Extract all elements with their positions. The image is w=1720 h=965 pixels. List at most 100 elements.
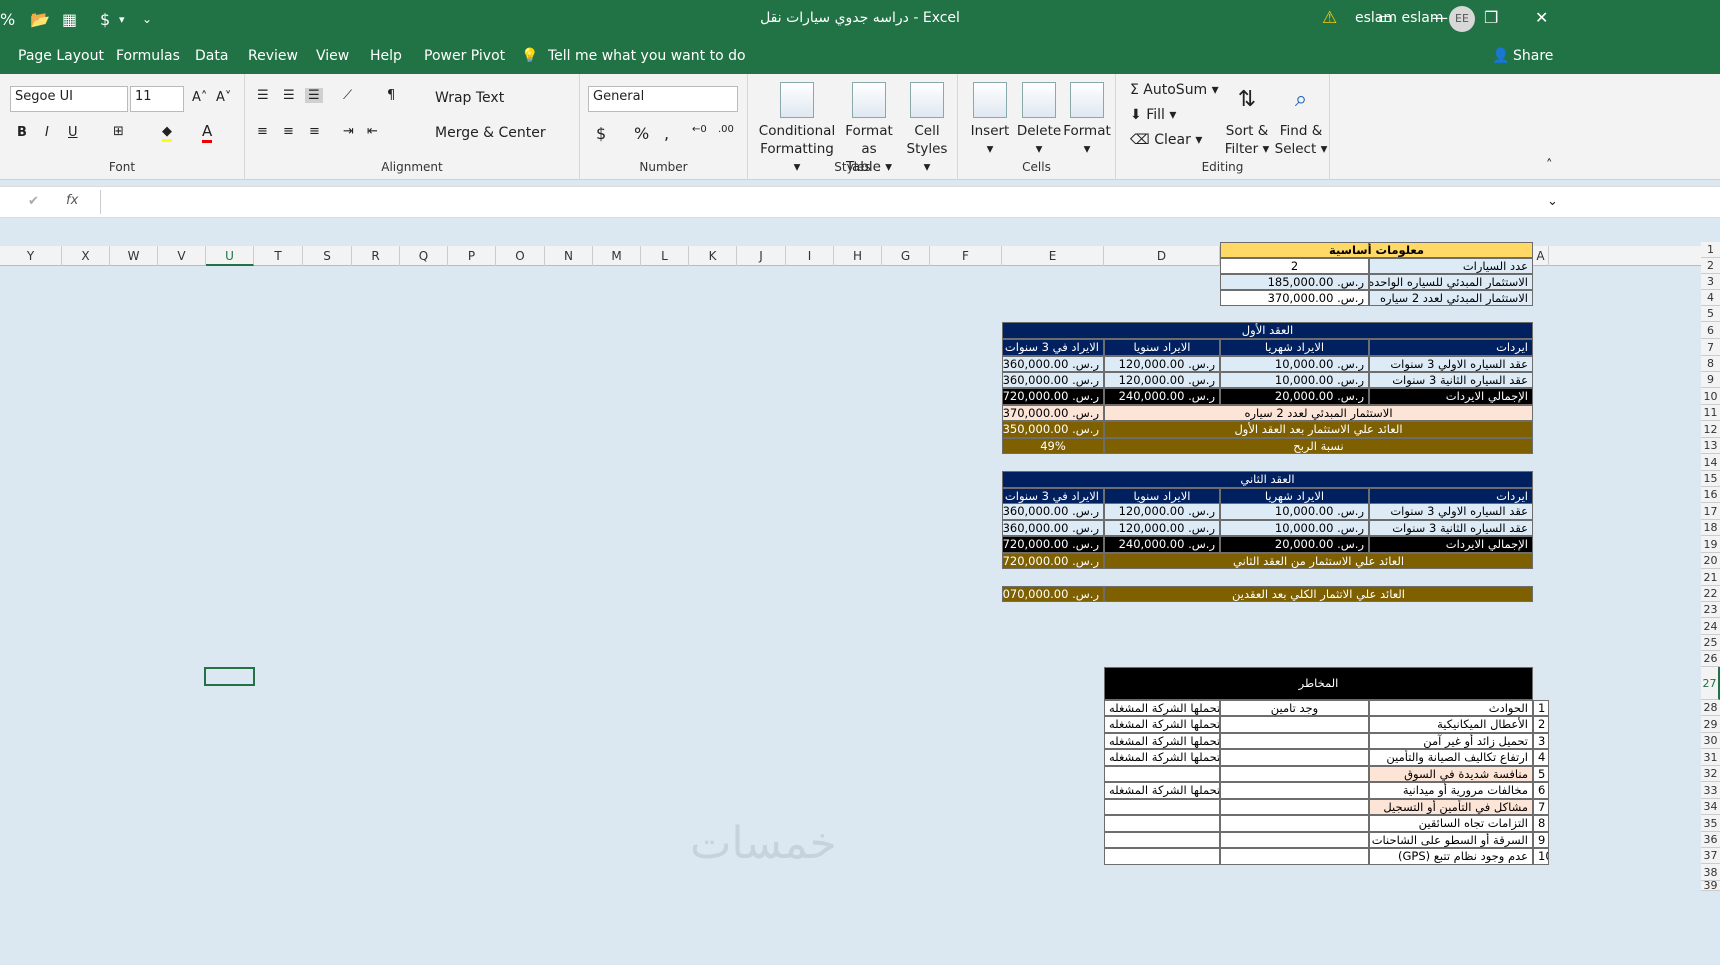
row-header-15[interactable]: 15 [1701, 471, 1720, 487]
c2-return-label[interactable]: العائد علي الاستثمار من العقد الثاني [1104, 553, 1533, 569]
format-button[interactable]: Format ▾ [1062, 82, 1112, 158]
risk-responsibility-5[interactable] [1104, 766, 1220, 782]
c2-row18-b[interactable]: عقد السياره الثانية 3 سنوات [1369, 520, 1533, 536]
column-header-H[interactable]: H [834, 246, 882, 266]
c2-row17-d[interactable]: ر.س. 120,000.00 [1104, 503, 1220, 520]
fill-button[interactable]: ⬇ Fill ▾ [1130, 107, 1176, 123]
warning-icon[interactable]: ⚠ [1322, 8, 1337, 28]
risk-name-9[interactable]: السرقة أو السطو على الشاحنات [1369, 832, 1533, 848]
row-header-29[interactable]: 29 [1701, 716, 1720, 733]
risk-insurance-4[interactable] [1220, 749, 1369, 766]
column-header-Y[interactable]: Y [0, 246, 62, 266]
tab-data[interactable]: Data [195, 48, 228, 64]
risk-responsibility-8[interactable] [1104, 815, 1220, 832]
sort-filter-button[interactable]: ⇅ Sort & Filter ▾ [1222, 82, 1272, 158]
risk-name-6[interactable]: مخالفات مرورية أو ميدانية [1369, 782, 1533, 799]
open-folder-icon[interactable]: 📂 [30, 10, 50, 29]
investment-total-label[interactable]: الاستثمار المبدئي لعدد 2 سياره [1369, 290, 1533, 306]
c2-total-c[interactable]: ر.س. 20,000.00 [1220, 536, 1369, 553]
contract1-header-b[interactable]: ايردات [1369, 339, 1533, 356]
percent-style-button[interactable]: % [0, 10, 15, 29]
expand-formula-icon[interactable]: ⌄ [1547, 194, 1558, 209]
fill-color-icon[interactable]: ◆ [162, 124, 172, 142]
row-header-23[interactable]: 23 [1701, 602, 1720, 618]
row-header-28[interactable]: 28 [1701, 700, 1720, 716]
column-header-I[interactable]: I [786, 246, 834, 266]
row-header-5[interactable]: 5 [1701, 306, 1720, 322]
align-center-icon[interactable]: ≡ [283, 124, 294, 139]
row-header-4[interactable]: 4 [1701, 290, 1720, 306]
row-header-18[interactable]: 18 [1701, 520, 1720, 536]
restore-icon[interactable]: ❐ [1484, 8, 1498, 27]
formula-input[interactable] [100, 190, 1540, 214]
paragraph-direction-icon[interactable]: ¶ [387, 88, 395, 103]
comma-button[interactable]: , [664, 124, 669, 143]
collapse-ribbon-icon[interactable]: ˄ [1546, 158, 1553, 173]
risk-number-9[interactable]: 9 [1533, 832, 1549, 848]
risk-name-1[interactable]: الحوادث [1369, 700, 1533, 716]
column-header-X[interactable]: X [62, 246, 110, 266]
share-button[interactable]: Share [1513, 48, 1553, 64]
c2-row17-c[interactable]: ر.س. 10,000.00 [1220, 503, 1369, 520]
row-header-7[interactable]: 7 [1701, 339, 1720, 356]
row-header-13[interactable]: 13 [1701, 438, 1720, 454]
font-size-select[interactable]: 11 [130, 86, 184, 112]
column-header-A[interactable]: A [1533, 246, 1549, 266]
risk-responsibility-4[interactable]: يتحملها الشركة المشغله [1104, 749, 1220, 766]
avatar[interactable]: EE [1449, 6, 1475, 32]
decrease-indent-icon[interactable]: ⇤ [367, 124, 378, 139]
c2-total-b[interactable]: الإجمالي الايردات [1369, 536, 1533, 553]
risk-insurance-2[interactable] [1220, 716, 1369, 733]
delete-button[interactable]: Delete ▾ [1014, 82, 1064, 158]
c1-profit-label[interactable]: نسبة الربح [1104, 438, 1533, 454]
risk-insurance-8[interactable] [1220, 815, 1369, 832]
column-header-S[interactable]: S [303, 246, 352, 266]
investment-per-car-label[interactable]: الاستثمار المبدئي للسياره الواحده [1369, 274, 1533, 290]
currency-button[interactable]: $ [100, 10, 110, 29]
contract1-title[interactable]: العقد الأول [1002, 322, 1533, 339]
currency-dropdown-icon[interactable]: ▾ [119, 13, 125, 26]
risk-name-8[interactable]: التزامات تجاه السائقين [1369, 815, 1533, 832]
row-header-37[interactable]: 37 [1701, 848, 1720, 864]
ribbon-display-icon[interactable]: ▭ [1378, 8, 1393, 27]
risk-name-4[interactable]: ارتفاع تكاليف الصيانة والتأمين [1369, 749, 1533, 766]
number-format-select[interactable]: General [588, 86, 738, 112]
row-header-12[interactable]: 12 [1701, 421, 1720, 438]
row-header-30[interactable]: 30 [1701, 733, 1720, 749]
font-name-select[interactable]: Segoe UI [10, 86, 128, 112]
c1-total-b[interactable]: الإجمالي الايردات [1369, 388, 1533, 405]
c1-total-d[interactable]: ر.س. 240,000.00 [1104, 388, 1220, 405]
risk-insurance-6[interactable] [1220, 782, 1369, 799]
borders-icon[interactable]: ⊞ [113, 124, 124, 139]
c1-row8-d[interactable]: ر.س. 120,000.00 [1104, 356, 1220, 372]
c2-row17-b[interactable]: عقد السياره الاولي 3 سنوات [1369, 503, 1533, 520]
row-header-3[interactable]: 3 [1701, 274, 1720, 290]
risk-insurance-3[interactable] [1220, 733, 1369, 749]
orientation-icon[interactable]: ⟋ [343, 88, 352, 103]
risk-responsibility-1[interactable]: يتحملها الشركة المشغله [1104, 700, 1220, 716]
row-header-39[interactable]: 39 [1701, 880, 1720, 891]
c2-row18-d[interactable]: ر.س. 120,000.00 [1104, 520, 1220, 536]
column-header-W[interactable]: W [110, 246, 158, 266]
c1-row9-e[interactable]: ر.س. 360,000.00 [1002, 372, 1104, 388]
risk-number-6[interactable]: 6 [1533, 782, 1549, 799]
c1-investment-label[interactable]: الاستثمار المبدئي لعدد 2 سياره [1104, 405, 1533, 421]
row-header-10[interactable]: 10 [1701, 388, 1720, 405]
risk-responsibility-7[interactable] [1104, 799, 1220, 815]
tab-view[interactable]: View [316, 48, 349, 64]
row-header-34[interactable]: 34 [1701, 799, 1720, 815]
tab-power-pivot[interactable]: Power Pivot [424, 48, 505, 64]
percent-button[interactable]: % [634, 124, 649, 143]
risk-name-3[interactable]: تحميل زائد أو غير آمن [1369, 733, 1533, 749]
c1-row8-b[interactable]: عقد السياره الاولي 3 سنوات [1369, 356, 1533, 372]
column-header-D[interactable]: D [1104, 246, 1220, 266]
top-align-icon[interactable]: ☰ [257, 88, 269, 103]
row-header-14[interactable]: 14 [1701, 454, 1720, 471]
risk-responsibility-10[interactable] [1104, 848, 1220, 865]
risk-name-5[interactable]: منافسة شديدة في السوق [1369, 766, 1533, 782]
row-header-35[interactable]: 35 [1701, 815, 1720, 832]
decrease-decimal-icon[interactable]: .00 [718, 124, 734, 135]
c2-total-e[interactable]: ر.س. 720,000.00 [1002, 536, 1104, 553]
customize-quick-access-icon[interactable]: ⌄ [142, 12, 152, 26]
row-header-19[interactable]: 19 [1701, 536, 1720, 553]
